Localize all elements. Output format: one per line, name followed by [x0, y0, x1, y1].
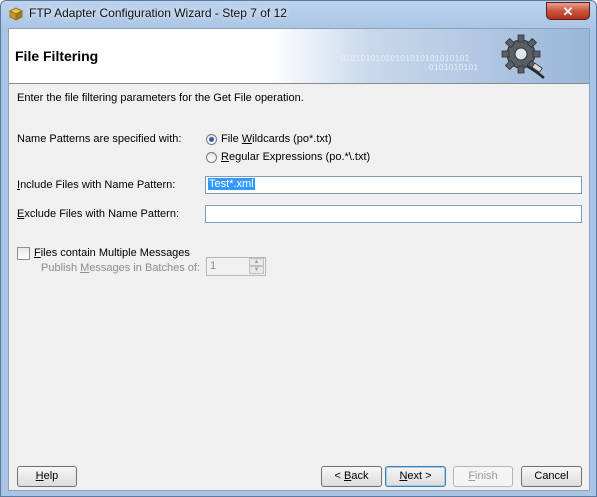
spinner-down-icon: ▼ [249, 266, 264, 274]
batch-label-rest: essages in Batches of: [89, 262, 200, 274]
spinner-up-icon: ▲ [249, 258, 264, 266]
batch-label-mnemonic: M [80, 262, 90, 274]
back-button[interactable]: < Back [321, 466, 382, 487]
close-icon: ✕ [562, 4, 574, 19]
wildcards-label-suffix: ildcards (po*.txt) [252, 133, 332, 145]
wildcards-label-prefix: File [221, 133, 242, 145]
wildcards-radio-label[interactable]: File Wildcards (po*.txt) [221, 133, 332, 145]
regex-label-mnemonic: R [221, 151, 229, 163]
header-binary-decoration: 01010101010101010101010101 [341, 54, 470, 63]
page-title: File Filtering [15, 48, 99, 64]
wizard-header: File Filtering 0101010101010101010101010… [9, 29, 589, 84]
wizard-body: File Filtering 0101010101010101010101010… [8, 28, 590, 491]
batch-size-label: Publish Messages in Batches of: [41, 262, 200, 274]
multiple-label-rest: iles contain Multiple Messages [40, 247, 190, 259]
regex-label-suffix: egular Expressions (po.*\.txt) [228, 151, 371, 163]
include-label-rest: nclude Files with Name Pattern: [20, 179, 176, 191]
title-bar[interactable]: FTP Adapter Configuration Wizard - Step … [1, 1, 596, 27]
exclude-pattern-input[interactable] [205, 205, 582, 223]
multiple-label-mnemonic: F [34, 247, 41, 259]
multiple-messages-label[interactable]: Files contain Multiple Messages [34, 247, 190, 259]
help-mnemonic: H [35, 470, 44, 482]
help-button[interactable]: Help [17, 466, 77, 487]
name-patterns-label: Name Patterns are specified with: [17, 133, 182, 145]
exclude-pattern-label: Exclude Files with Name Pattern: [17, 208, 179, 220]
close-button[interactable]: ✕ [546, 2, 590, 20]
window-title: FTP Adapter Configuration Wizard - Step … [29, 6, 287, 20]
page-description: Enter the file filtering parameters for … [17, 92, 304, 104]
regex-radio-label[interactable]: Regular Expressions (po.*\.txt) [221, 151, 370, 163]
multiple-messages-checkbox[interactable] [17, 247, 30, 260]
back-prefix: < [334, 470, 344, 482]
app-icon [9, 7, 23, 21]
wizard-window: FTP Adapter Configuration Wizard - Step … [0, 0, 597, 497]
batch-label-prefix: Publish [41, 262, 81, 274]
cancel-label: Cancel [534, 470, 569, 482]
header-binary-decoration-2: 0101010101 [429, 63, 479, 72]
wildcards-label-mnemonic: W [241, 133, 253, 145]
include-pattern-label: Include Files with Name Pattern: [17, 179, 175, 191]
batch-size-value: 1 [210, 260, 217, 272]
finish-label: inish [475, 470, 498, 482]
include-pattern-input[interactable]: Test*.xml [205, 176, 582, 194]
gear-plug-icon [501, 34, 545, 79]
next-button[interactable]: Next > [385, 466, 446, 487]
wildcards-radio[interactable] [206, 134, 217, 145]
next-label: ext > [407, 470, 432, 482]
help-label: elp [43, 470, 59, 482]
back-label: ack [351, 470, 369, 482]
include-pattern-value: Test*.xml [208, 178, 255, 190]
cancel-button[interactable]: Cancel [521, 466, 582, 487]
exclude-label-rest: xclude Files with Name Pattern: [24, 208, 180, 220]
finish-button[interactable]: Finish [453, 466, 513, 487]
regex-radio[interactable] [206, 152, 217, 163]
batch-size-spinner: 1 ▲ ▼ [206, 257, 266, 276]
